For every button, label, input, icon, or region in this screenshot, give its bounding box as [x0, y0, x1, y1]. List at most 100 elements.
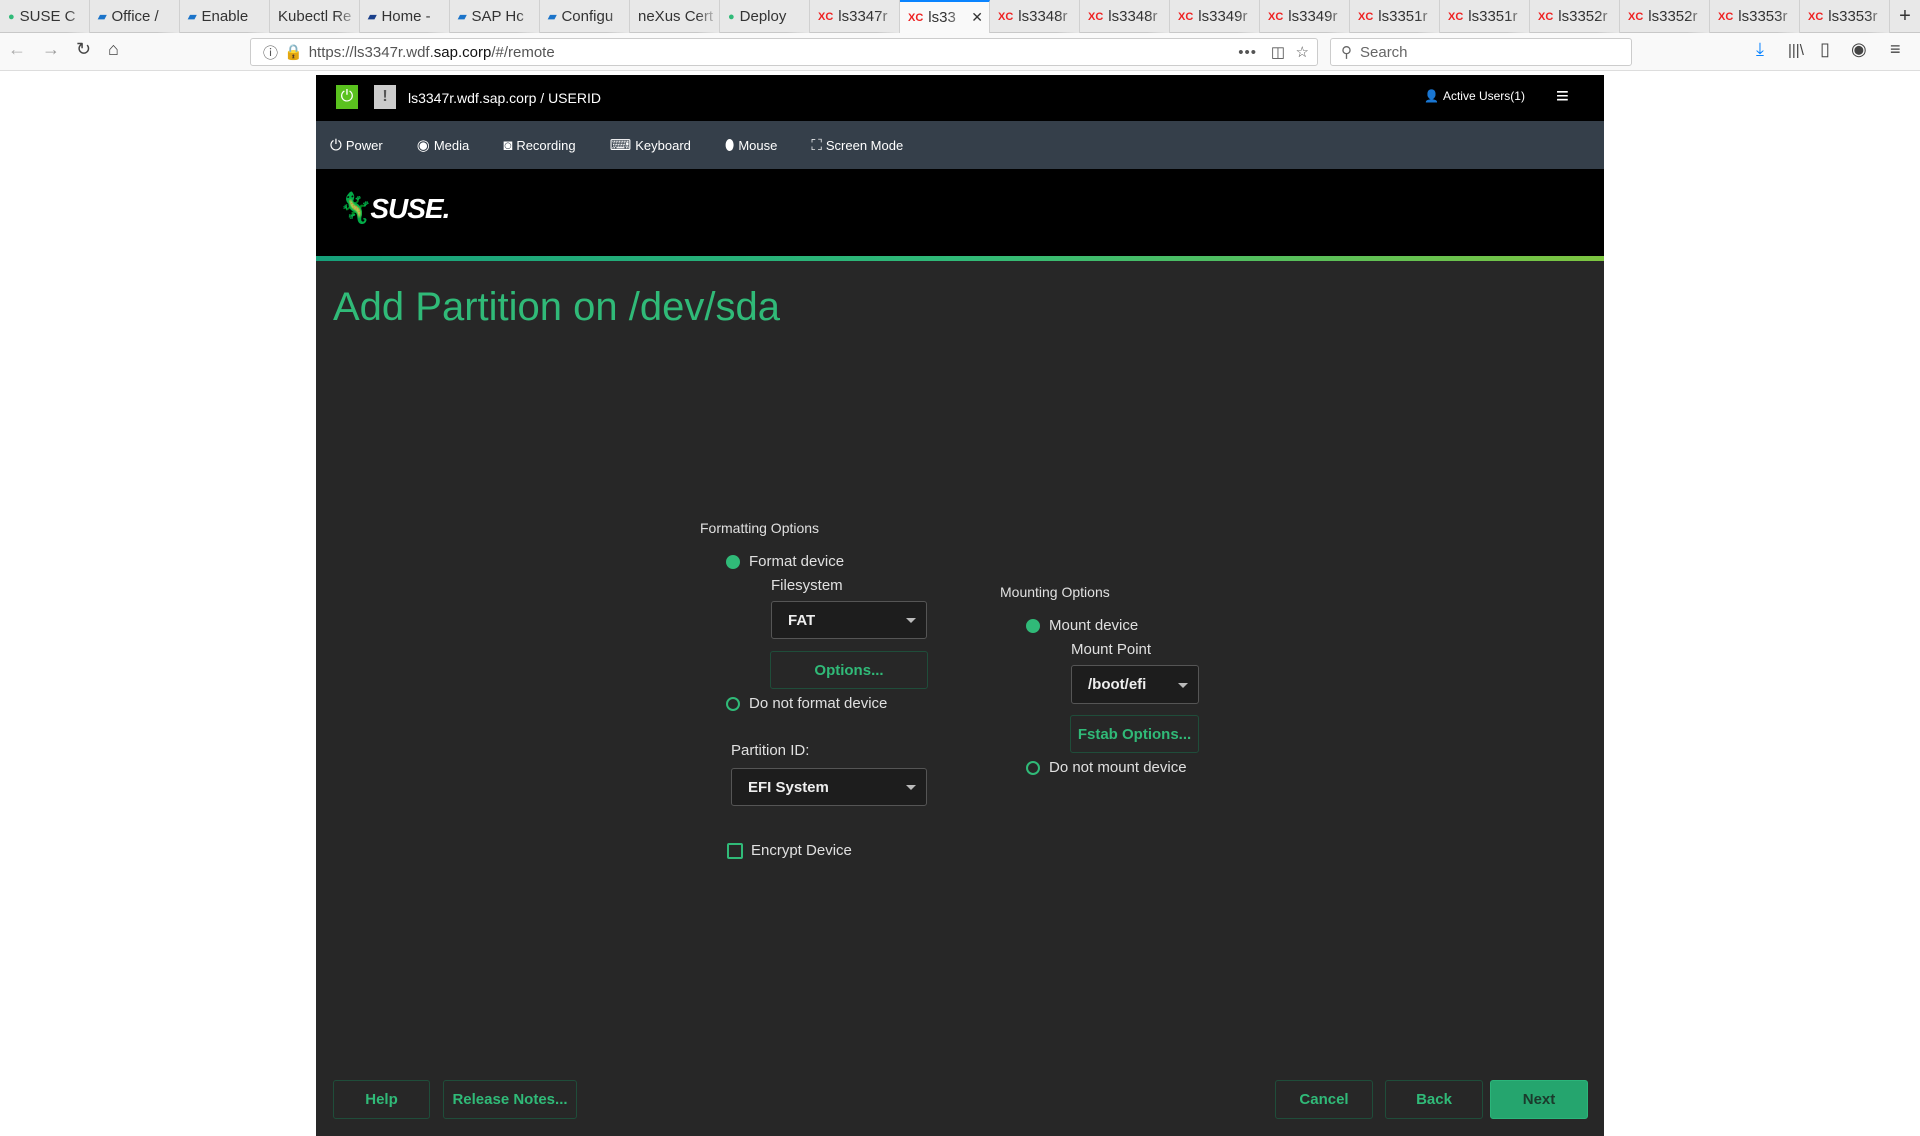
camera-icon: ◙	[503, 136, 513, 154]
header-accent-line	[316, 256, 1604, 261]
tab-fade	[427, 0, 449, 33]
browser-tab[interactable]: ● SUSE C	[0, 0, 90, 33]
toolbar-label: Mouse	[738, 137, 778, 153]
help-button[interactable]: Help	[333, 1080, 430, 1119]
toolbar-mouse[interactable]: ⬮ Mouse	[725, 137, 777, 154]
browser-tab[interactable]: XC ls3348r	[990, 0, 1080, 33]
tab-fade	[1147, 0, 1169, 33]
pocket-icon[interactable]: ◫	[1271, 43, 1285, 61]
toolbar-keyboard[interactable]: ⌨ Keyboard	[610, 136, 691, 154]
browser-tab[interactable]: Kubectl Re	[270, 0, 360, 33]
partition-id-select[interactable]: EFI System	[731, 768, 927, 806]
alert-icon[interactable]: !	[374, 85, 396, 109]
do-not-mount-radio[interactable]	[1026, 761, 1040, 775]
browser-tab[interactable]: XC ls3348r	[1080, 0, 1170, 33]
search-input[interactable]: ⚲ Search	[1330, 38, 1632, 66]
xc-icon: XC	[1718, 10, 1734, 23]
options-button[interactable]: Options...	[770, 651, 928, 689]
library-icon[interactable]: |||\	[1788, 42, 1804, 59]
bookmark-star-icon[interactable]: ☆	[1296, 43, 1309, 61]
do-not-mount-label[interactable]: Do not mount device	[1049, 759, 1187, 776]
tab-fade	[1597, 0, 1619, 33]
tab-fade	[157, 0, 179, 33]
formatting-options-heading: Formatting Options	[700, 520, 820, 536]
close-tab-icon[interactable]: ✕	[971, 9, 983, 26]
browser-tab[interactable]: XC ls3347r	[810, 0, 900, 33]
remote-console[interactable]: ⏻ ! ls3347r.wdf.sap.corp / USERID 👤 Activ…	[316, 75, 1604, 1136]
mount-point-select[interactable]: /boot/efi	[1071, 665, 1199, 704]
download-icon[interactable]: ⤓	[1756, 39, 1764, 60]
browser-tab[interactable]: XC ls3352r	[1530, 0, 1620, 33]
menu-icon[interactable]: ≡	[1890, 39, 1901, 60]
filesystem-select[interactable]: FAT	[771, 601, 927, 639]
browser-tab[interactable]: ▰ Configu	[540, 0, 630, 33]
url-bar[interactable]: ⓘ 🔒 https://ls3347r.wdf. sap.corp/#/remot…	[250, 38, 1318, 66]
browser-tab[interactable]: XC ls3351r	[1350, 0, 1440, 33]
xc-icon: XC	[1538, 10, 1554, 23]
mount-device-label[interactable]: Mount device	[1049, 617, 1138, 634]
more-icon[interactable]: •••	[1238, 44, 1257, 61]
browser-tab[interactable]: ▰ Home -	[360, 0, 450, 33]
browser-tab[interactable]: XC ls3353r	[1710, 0, 1800, 33]
mounting-options-heading: Mounting Options	[1000, 584, 1110, 600]
new-tab-icon[interactable]: +	[1890, 0, 1920, 33]
lock-warning-icon: 🔒	[284, 44, 303, 61]
cancel-button[interactable]: Cancel	[1275, 1080, 1373, 1119]
browser-tab[interactable]: ▰ Enable	[180, 0, 270, 33]
xc-icon: XC	[1268, 10, 1284, 23]
xc-icon: XC	[1088, 10, 1104, 23]
sap-icon: ▰	[188, 11, 197, 23]
forward-icon[interactable]: →	[42, 39, 60, 60]
mount-device-radio[interactable]	[1026, 619, 1040, 633]
info-icon[interactable]: ⓘ	[263, 42, 278, 63]
tab-label: SAP Hc	[471, 8, 524, 25]
suse-header: 🦎SUSE.	[316, 169, 1604, 257]
back-button[interactable]: Back	[1385, 1080, 1483, 1119]
mount-point-value: /boot/efi	[1088, 676, 1147, 693]
power-status-icon[interactable]: ⏻	[336, 85, 358, 109]
release-notes-button[interactable]: Release Notes...	[443, 1080, 577, 1119]
reload-icon[interactable]: ↻	[76, 39, 91, 60]
next-button[interactable]: Next	[1490, 1080, 1588, 1119]
sap-icon: ▰	[98, 11, 107, 23]
toolbar-recording[interactable]: ◙ Recording	[503, 137, 575, 154]
format-device-radio[interactable]	[726, 555, 740, 569]
browser-tab[interactable]: neXus Cert	[630, 0, 720, 33]
url-suffix: /#/remote	[491, 43, 555, 61]
browser-tab[interactable]: XC ls33 ✕	[900, 0, 990, 33]
toolbar-screen-mode[interactable]: ⛶ Screen Mode	[811, 137, 903, 154]
chevron-down-icon	[906, 785, 916, 790]
browser-tab[interactable]: ▰ SAP Hc	[450, 0, 540, 33]
toolbar-media[interactable]: ◉ Media	[417, 136, 470, 154]
toolbar-power[interactable]: ⏻ Power	[330, 137, 383, 154]
home-icon[interactable]: ⌂	[108, 39, 119, 60]
search-placeholder: Search	[1360, 43, 1408, 61]
active-users[interactable]: 👤 Active Users(1)	[1424, 89, 1525, 103]
sidebar-icon[interactable]: ▯	[1820, 39, 1830, 60]
format-device-label[interactable]: Format device	[749, 553, 844, 570]
tab-label: Configu	[561, 8, 614, 25]
do-not-format-label[interactable]: Do not format device	[749, 695, 887, 712]
tab-fade	[1867, 0, 1889, 33]
browser-tab[interactable]: XC ls3349r	[1260, 0, 1350, 33]
browser-tab[interactable]: XC ls3351r	[1440, 0, 1530, 33]
encrypt-device-label[interactable]: Encrypt Device	[751, 842, 852, 859]
tab-fade	[787, 0, 809, 33]
user-icon: 👤	[1424, 89, 1439, 103]
browser-tab[interactable]: ● Deploy	[720, 0, 810, 33]
account-icon[interactable]: ◉	[1851, 39, 1867, 60]
browser-tab[interactable]: ▰ Office /	[90, 0, 180, 33]
encrypt-device-checkbox[interactable]	[727, 843, 743, 859]
tab-bar: ● SUSE C ▰ Office / ▰ Enable Kubectl Re ▰ Home -…	[0, 0, 1920, 33]
browser-tab[interactable]: XC ls3349r	[1170, 0, 1260, 33]
browser-tab[interactable]: XC ls3353r	[1800, 0, 1890, 33]
fstab-options-button[interactable]: Fstab Options...	[1070, 715, 1199, 753]
xc-icon: XC	[1358, 10, 1374, 23]
power-icon: ⏻	[330, 136, 342, 154]
browser-tab[interactable]: XC ls3352r	[1620, 0, 1710, 33]
do-not-format-radio[interactable]	[726, 697, 740, 711]
back-icon[interactable]: ←	[8, 39, 26, 60]
hamburger-menu-icon[interactable]: ≡	[1556, 83, 1569, 109]
host-label: ls3347r.wdf.sap.corp / USERID	[408, 90, 601, 106]
chevron-down-icon	[1178, 682, 1188, 688]
